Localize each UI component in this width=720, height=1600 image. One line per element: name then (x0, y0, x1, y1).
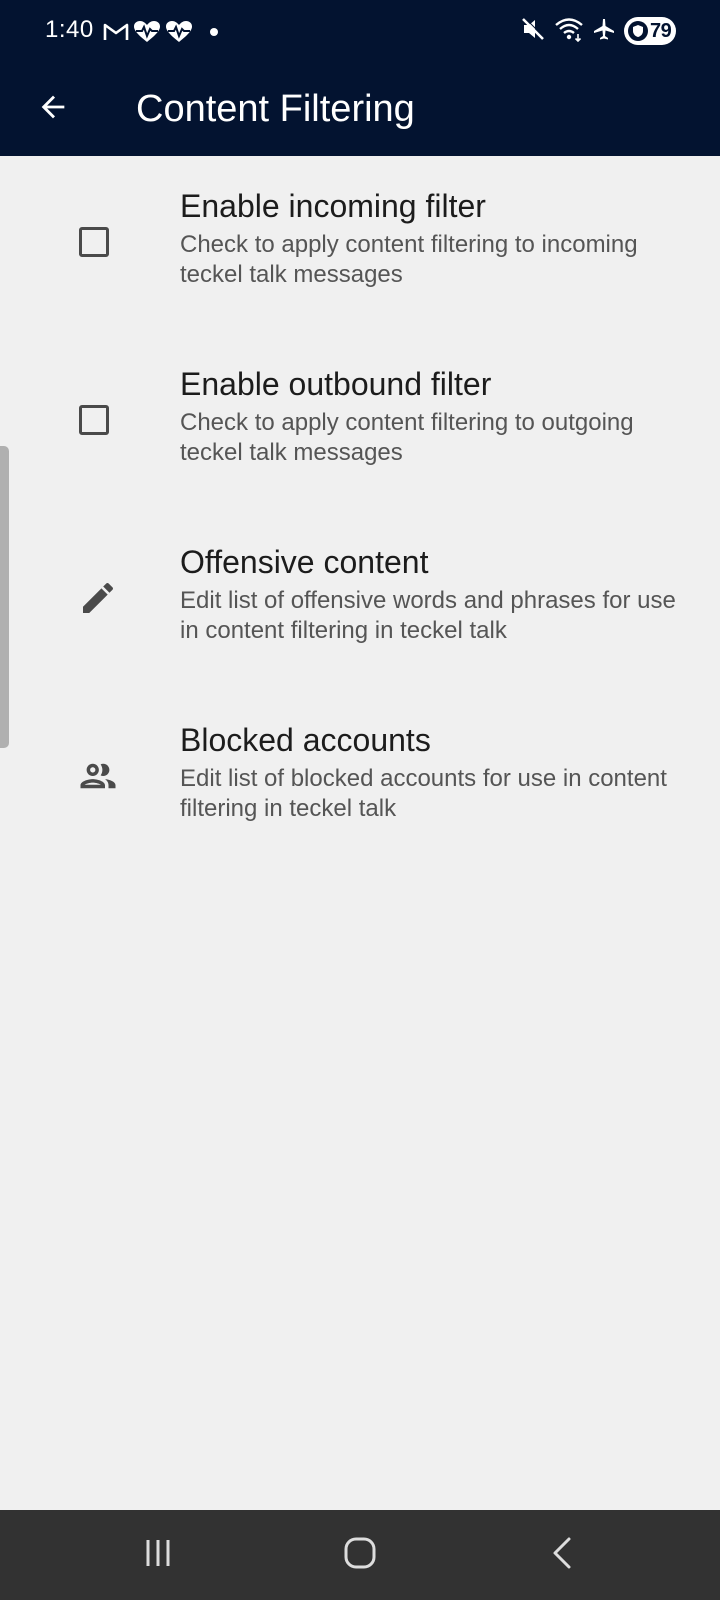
battery-level: 79 (650, 19, 672, 42)
screen: 1:40 79 Content Filtering Enable incomin… (0, 0, 720, 1600)
checkbox-unchecked-icon (79, 405, 109, 435)
setting-summary: Check to apply content filtering to outg… (180, 409, 634, 466)
people-icon (70, 748, 126, 804)
recent-apps-button[interactable] (98, 1510, 218, 1600)
setting-outbound-filter[interactable]: Enable outbound filter Check to apply co… (0, 334, 720, 512)
status-right-icons: 79 (520, 16, 676, 46)
pencil-edit-icon (70, 570, 126, 626)
status-left-icons (103, 18, 219, 46)
nav-back-button[interactable] (502, 1510, 622, 1600)
settings-list: Enable incoming filter Check to apply co… (0, 156, 720, 868)
health-heart-icon (133, 20, 161, 44)
setting-summary: Edit list of offensive words and phrases… (180, 587, 676, 644)
mute-icon (520, 16, 546, 47)
shield-icon (628, 21, 648, 41)
setting-title: Blocked accounts (180, 722, 431, 758)
setting-title: Enable incoming filter (180, 188, 486, 224)
setting-title: Offensive content (180, 544, 429, 580)
page-title: Content Filtering (136, 88, 415, 130)
notification-dot-icon (209, 27, 219, 37)
status-bar: 1:40 79 (0, 0, 720, 62)
wifi-icon (554, 16, 584, 47)
health-heart-icon (165, 20, 193, 44)
app-bar: Content Filtering (0, 62, 720, 156)
setting-offensive-content[interactable]: Offensive content Edit list of offensive… (0, 512, 720, 690)
incoming-filter-checkbox[interactable] (66, 214, 122, 270)
setting-blocked-accounts[interactable]: Blocked accounts Edit list of blocked ac… (0, 690, 720, 868)
top-header: 1:40 79 Content Filtering (0, 0, 720, 156)
outbound-filter-checkbox[interactable] (66, 392, 122, 448)
setting-incoming-filter[interactable]: Enable incoming filter Check to apply co… (0, 156, 720, 334)
gmail-icon (103, 22, 129, 42)
setting-title: Enable outbound filter (180, 366, 492, 402)
battery-icon: 79 (624, 17, 676, 45)
system-nav-bar (0, 1510, 720, 1600)
airplane-mode-icon (592, 17, 616, 46)
recent-apps-icon (142, 1537, 174, 1574)
checkbox-unchecked-icon (79, 227, 109, 257)
status-time: 1:40 (45, 16, 94, 43)
setting-summary: Edit list of blocked accounts for use in… (180, 765, 667, 822)
arrow-back-icon (36, 90, 70, 129)
home-icon (343, 1536, 377, 1575)
setting-summary: Check to apply content filtering to inco… (180, 231, 638, 288)
back-button[interactable] (24, 80, 82, 138)
back-icon (547, 1536, 577, 1575)
home-button[interactable] (300, 1510, 420, 1600)
